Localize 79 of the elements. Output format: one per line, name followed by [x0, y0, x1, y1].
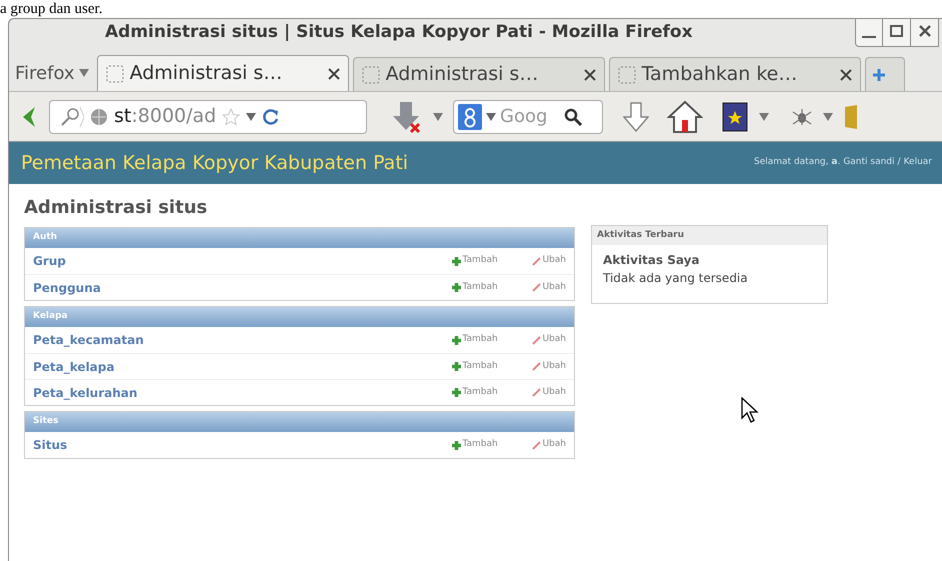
browser-tab[interactable]: Administrasi s…	[352, 57, 605, 91]
dropdown-arrow-icon[interactable]	[433, 112, 443, 120]
panel-caption: Aktivitas Terbaru	[592, 226, 827, 245]
close-button[interactable]	[911, 19, 939, 47]
add-link[interactable]: Tambah	[452, 386, 532, 400]
dropdown-arrow-icon[interactable]	[486, 112, 496, 120]
model-link[interactable]: Peta_kelapa	[33, 358, 452, 376]
dropdown-arrow-icon[interactable]	[823, 112, 833, 120]
pencil-icon	[532, 362, 542, 371]
page-icon	[106, 64, 124, 82]
plus-icon[interactable]	[872, 68, 886, 82]
bookmarks-book-icon[interactable]	[721, 100, 749, 132]
change-link[interactable]: Ubah	[532, 360, 566, 374]
pencil-icon	[532, 256, 542, 266]
page-icon	[618, 66, 636, 84]
page-title: Administrasi situs	[24, 196, 208, 220]
change-link[interactable]: Ubah	[532, 254, 566, 268]
change-link[interactable]: Ubah	[532, 280, 566, 294]
panel-heading: Aktivitas Saya	[602, 252, 700, 269]
add-link[interactable]: Tambah	[452, 254, 532, 268]
module-caption: Auth	[25, 228, 574, 248]
bug-icon[interactable]	[791, 108, 813, 126]
plus-icon	[452, 336, 462, 344]
close-icon[interactable]	[328, 68, 340, 80]
address-text: st:8000/ad	[114, 104, 216, 130]
minimize-button[interactable]	[855, 19, 883, 47]
search-field[interactable]: Goog	[453, 100, 603, 134]
site-name: Pemetaan Kelapa Kopyor Kabupaten Pati	[21, 150, 408, 176]
add-link[interactable]: Tambah	[452, 360, 532, 374]
mouse-cursor-icon	[741, 397, 759, 423]
star-icon[interactable]	[222, 108, 240, 126]
model-link[interactable]: Peta_kecamatan	[33, 331, 452, 349]
pencil-icon	[532, 336, 542, 344]
welcome-text: Selamat datang, a.	[754, 156, 840, 170]
dropdown-arrow-icon[interactable]	[759, 112, 769, 120]
change-link[interactable]: Ubah	[532, 438, 566, 452]
maximize-button[interactable]	[883, 19, 911, 47]
search-input[interactable]: Goog	[500, 103, 560, 130]
change-link[interactable]: Ubah	[532, 333, 566, 347]
dropdown-arrow-icon[interactable]	[246, 112, 256, 120]
close-icon[interactable]	[840, 68, 852, 80]
caption-text: a group dan user.	[0, 0, 102, 18]
model-link[interactable]: Situs	[33, 436, 452, 454]
pencil-icon	[532, 283, 542, 292]
empty-message: Tidak ada yang tersedia	[602, 270, 749, 287]
add-link[interactable]: Tambah	[452, 438, 532, 452]
address-bar[interactable]: st:8000/ad	[49, 100, 367, 134]
pencil-icon	[532, 440, 542, 450]
home-icon[interactable]	[667, 100, 703, 134]
model-link[interactable]: Grup	[33, 252, 452, 270]
separator: /	[898, 156, 901, 170]
close-icon[interactable]	[918, 25, 930, 37]
page-icon	[362, 66, 380, 84]
dropdown-arrow-icon	[78, 69, 89, 77]
firefox-menu-button[interactable]: Firefox	[15, 57, 93, 89]
search-icon[interactable]	[564, 108, 582, 126]
globe-icon	[90, 108, 108, 126]
plus-icon	[452, 388, 462, 397]
plus-icon	[452, 362, 462, 371]
download-icon[interactable]	[623, 100, 649, 132]
pencil-icon	[532, 388, 542, 397]
model-link[interactable]: Peta_kelurahan	[33, 384, 452, 402]
model-link[interactable]: Pengguna	[33, 278, 452, 296]
browser-tab[interactable]: Tambahkan ke…	[608, 57, 861, 91]
module-caption: Kelapa	[25, 307, 574, 327]
close-icon[interactable]	[584, 68, 596, 80]
reload-icon[interactable]	[262, 108, 280, 126]
plus-icon	[452, 256, 462, 266]
plus-icon	[452, 283, 462, 292]
window-title: Administrasi situs | Situs Kelapa Kopyor Pati - Mozilla Firefox	[105, 21, 693, 44]
module-caption: Sites	[25, 412, 574, 432]
search-engine-icon[interactable]	[458, 104, 482, 130]
browser-tab[interactable]: Administrasi s…	[96, 55, 349, 91]
change-link[interactable]: Ubah	[532, 386, 566, 400]
add-link[interactable]: Tambah	[452, 333, 532, 347]
header-link[interactable]: Keluar	[904, 156, 932, 170]
plus-icon	[452, 440, 462, 450]
header-link[interactable]: Ganti sandi	[843, 156, 895, 170]
add-link[interactable]: Tambah	[452, 280, 532, 294]
